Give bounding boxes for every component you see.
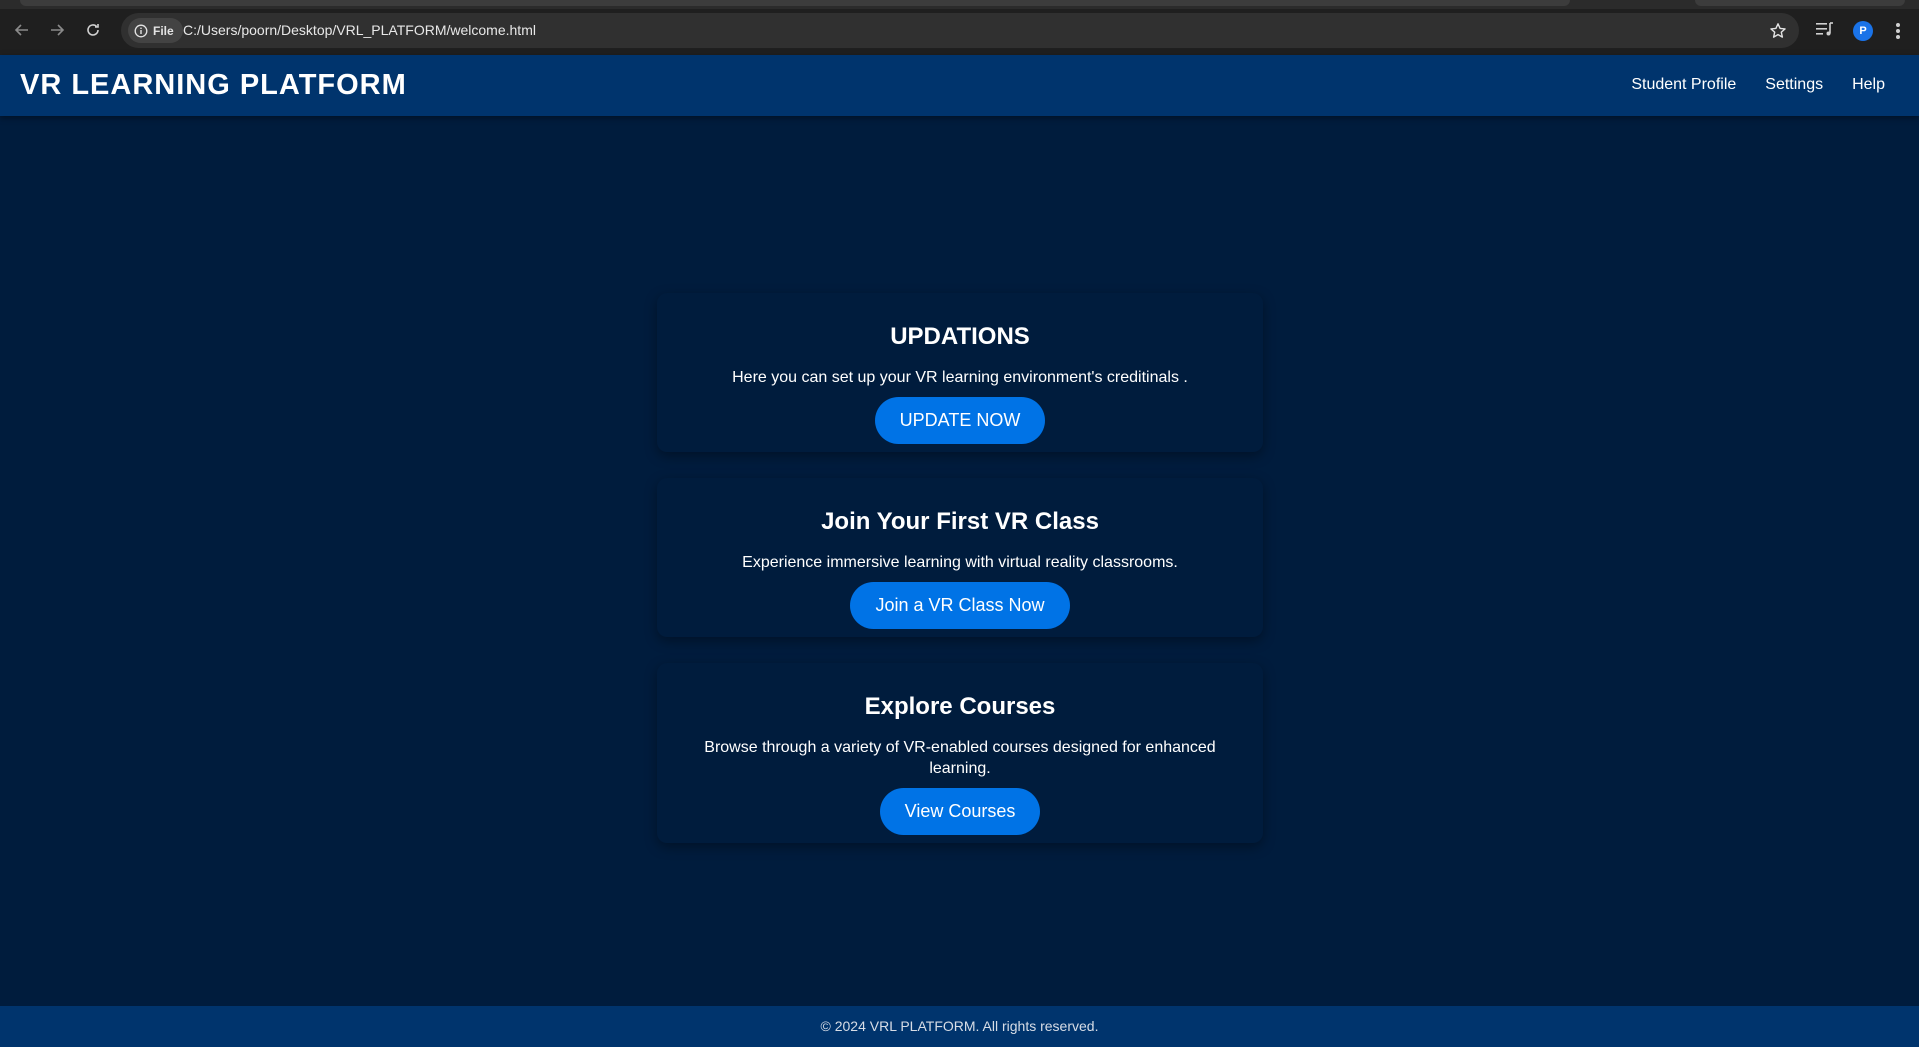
site-header: VR LEARNING PLATFORM Student Profile Set… <box>0 55 1919 116</box>
view-courses-button[interactable]: View Courses <box>879 788 1041 835</box>
update-now-button[interactable]: UPDATE NOW <box>874 397 1046 444</box>
nav-help[interactable]: Help <box>1852 76 1885 94</box>
site-footer: © 2024 VRL PLATFORM. All rights reserved… <box>0 1006 1919 1047</box>
forward-button[interactable] <box>45 18 69 42</box>
join-vr-class-button[interactable]: Join a VR Class Now <box>850 582 1070 629</box>
star-icon[interactable] <box>1769 22 1787 40</box>
url-text[interactable]: C:/Users/poorn/Desktop/VRL_PLATFORM/welc… <box>183 22 536 38</box>
card-description: Browse through a variety of VR-enabled c… <box>704 739 1216 777</box>
scheme-label: File <box>153 23 174 38</box>
tab-strip <box>0 0 1919 9</box>
info-icon <box>134 24 148 37</box>
tab[interactable] <box>20 0 1570 6</box>
top-nav: Student Profile Settings Help <box>1631 76 1885 94</box>
site-info-chip[interactable]: File <box>128 18 183 43</box>
back-arrow-icon <box>14 24 28 36</box>
media-control-icon[interactable] <box>1815 20 1835 38</box>
kebab-menu-icon[interactable] <box>1890 21 1906 41</box>
card-title: Join Your First VR Class <box>821 508 1099 535</box>
card-description: Here you can set up your VR learning env… <box>732 369 1188 386</box>
nav-settings[interactable]: Settings <box>1765 76 1823 94</box>
back-button[interactable] <box>10 18 34 42</box>
copyright-text: © 2024 VRL PLATFORM. All rights reserved… <box>820 1018 1099 1034</box>
address-bar[interactable]: File C:/Users/poorn/Desktop/VRL_PLATFORM… <box>121 13 1799 48</box>
profile-avatar[interactable]: P <box>1853 21 1873 41</box>
nav-student-profile[interactable]: Student Profile <box>1631 76 1736 94</box>
forward-arrow-icon <box>51 24 65 36</box>
card-description: Experience immersive learning with virtu… <box>742 554 1178 571</box>
join-vr-class-card: Join Your First VR Class Experience imme… <box>657 478 1263 637</box>
card-title: UPDATIONS <box>890 323 1030 350</box>
card-title: Explore Courses <box>864 693 1056 720</box>
tab[interactable] <box>1695 0 1905 6</box>
brand-title: VR LEARNING PLATFORM <box>20 69 407 101</box>
browser-chrome: File C:/Users/poorn/Desktop/VRL_PLATFORM… <box>0 0 1919 55</box>
card-list: UPDATIONS Here you can set up your VR le… <box>657 293 1263 869</box>
explore-courses-card: Explore Courses Browse through a variety… <box>657 663 1263 843</box>
reload-button[interactable] <box>81 18 105 42</box>
updations-card: UPDATIONS Here you can set up your VR le… <box>657 293 1263 452</box>
reload-icon <box>87 24 99 36</box>
